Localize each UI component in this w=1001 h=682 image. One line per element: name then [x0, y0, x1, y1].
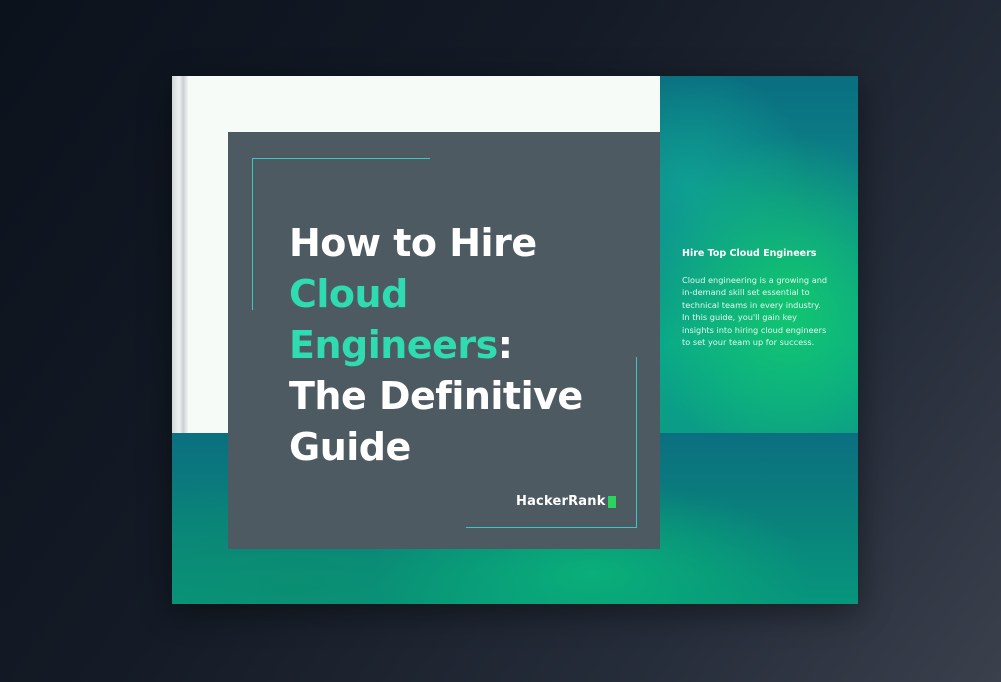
frame-line-bottom [466, 527, 636, 528]
side-description: Cloud engineering is a growing and in-de… [682, 275, 828, 348]
frame-line-right [636, 357, 637, 528]
book-spine [172, 76, 188, 433]
frame-line-left [252, 158, 253, 310]
hackerrank-logo: HackerRank [516, 494, 616, 509]
side-heading: Hire Top Cloud Engineers [682, 248, 817, 259]
ebook-cover: Hire Top Cloud Engineers Cloud engineeri… [172, 76, 858, 604]
title-card: How to Hire Cloud Engineers: The Definit… [228, 132, 660, 549]
brand-block-icon [607, 495, 616, 508]
title-line-2: Cloud [289, 272, 408, 316]
title-line-3: Engineers [289, 323, 498, 367]
title-line-1: How to Hire [289, 221, 537, 265]
title-colon: : [497, 323, 513, 367]
brand-name: HackerRank [516, 494, 606, 509]
title-line-5: Guide [289, 425, 411, 469]
book-title: How to Hire Cloud Engineers: The Definit… [289, 218, 583, 473]
frame-line-top [252, 158, 430, 159]
title-line-4: The Definitive [289, 374, 583, 418]
back-cover-panel: Hire Top Cloud Engineers Cloud engineeri… [660, 76, 858, 433]
